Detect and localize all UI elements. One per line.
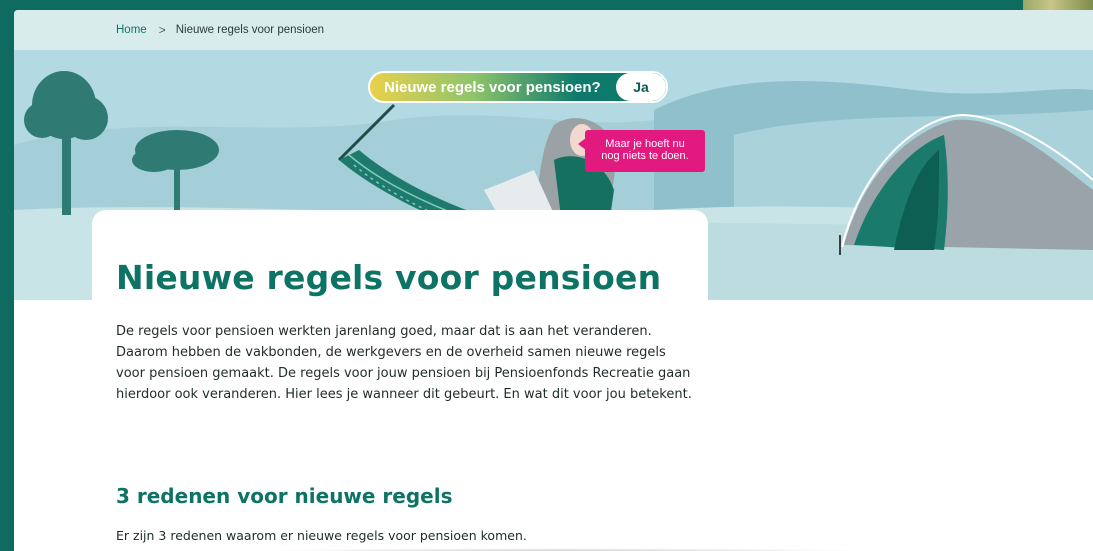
breadcrumb: Home > Nieuwe regels voor pensioen (14, 10, 1093, 50)
bubble-line-1: Maar je hoeft nu (605, 138, 685, 150)
browser-page: Home > Nieuwe regels voor pensioen Nieuw… (14, 10, 1093, 551)
breadcrumb-current: Nieuwe regels voor pensioen (175, 24, 325, 36)
intro-paragraph: De regels voor pensioen werkten jarenlan… (116, 324, 692, 402)
question-pill: Nieuwe regels voor pensioen? Ja (368, 71, 668, 103)
answer-badge: Ja (616, 73, 666, 101)
breadcrumb-home-link[interactable]: Home (116, 24, 147, 36)
bubble-line-2: nog niets te doen. (601, 150, 689, 162)
section-heading: 3 redenen voor nieuwe regels (116, 484, 453, 508)
page-title: Nieuwe regels voor pensioen (116, 258, 662, 297)
breadcrumb-chevron-icon: > (158, 23, 166, 37)
section-paragraph: Er zijn 3 redenen waarom er nieuwe regel… (116, 528, 527, 543)
speech-bubble: Maar je hoeft nu nog niets te doen. (578, 130, 705, 172)
question-text: Nieuwe regels voor pensioen? (384, 78, 601, 96)
